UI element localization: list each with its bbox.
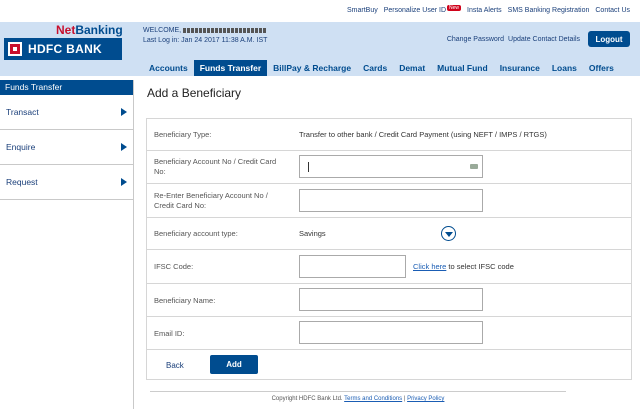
chevron-right-icon: [121, 143, 127, 151]
logo[interactable]: NetBanking HDFC BANK: [0, 22, 133, 76]
sidebar: Funds Transfer Transact Enquire Request: [0, 80, 134, 409]
email-input[interactable]: [299, 321, 483, 344]
back-link[interactable]: Back: [166, 361, 184, 370]
tab-accounts[interactable]: Accounts: [143, 60, 194, 76]
logout-button[interactable]: Logout: [588, 31, 630, 47]
sidebar-item-request[interactable]: Request: [0, 165, 133, 200]
header-links: Change Password Update Contact Details: [447, 36, 580, 43]
welcome-label: WELCOME,: [143, 27, 182, 34]
util-link-personalize-label[interactable]: Personalize User ID: [384, 7, 446, 14]
privacy-link[interactable]: Privacy Policy: [407, 396, 444, 402]
util-link-insta-alerts[interactable]: Insta Alerts: [467, 7, 502, 14]
tab-funds-transfer[interactable]: Funds Transfer: [193, 60, 268, 76]
beneficiary-name-label: Beneficiary Name:: [154, 296, 216, 305]
util-link-contact-us[interactable]: Contact Us: [595, 7, 630, 14]
ifsc-help: Click here to select IFSC code: [413, 262, 514, 271]
row-ifsc: IFSC Code: Click here to select IFSC cod…: [147, 250, 631, 284]
reenter-account-input[interactable]: [299, 189, 483, 212]
tab-offers[interactable]: Offers: [583, 60, 620, 76]
update-contact-link[interactable]: Update Contact Details: [508, 36, 580, 43]
new-badge: New: [447, 5, 462, 11]
chevron-right-icon: [121, 108, 127, 116]
util-link-personalize[interactable]: Personalize User ID New: [384, 5, 462, 14]
welcome-text: WELCOME,: [143, 27, 268, 34]
virtual-keyboard-icon[interactable]: [470, 164, 478, 169]
footer-divider: [150, 391, 566, 392]
account-type-select[interactable]: Savings: [299, 229, 326, 238]
footer: Copyright HDFC Bank Ltd. Terms and Condi…: [150, 396, 566, 402]
redacted-username: [183, 27, 268, 33]
sidebar-item-label: Request: [6, 177, 38, 187]
change-password-link[interactable]: Change Password: [447, 36, 504, 43]
bank-name: HDFC BANK: [28, 42, 103, 56]
tab-billpay[interactable]: BillPay & Recharge: [267, 60, 357, 76]
hdfc-logo-icon: [8, 42, 22, 56]
sidebar-item-label: Transact: [6, 107, 39, 117]
sidebar-item-enquire[interactable]: Enquire: [0, 130, 133, 165]
account-no-label: Beneficiary Account No / Credit Card No:: [154, 157, 277, 176]
beneficiary-type-value: Transfer to other bank / Credit Card Pay…: [299, 130, 547, 139]
last-login: Last Log in: Jan 24 2017 11:38 A.M. IST: [143, 37, 268, 44]
tab-mutual-fund[interactable]: Mutual Fund: [431, 60, 494, 76]
account-no-input[interactable]: [299, 155, 483, 178]
account-type-label: Beneficiary account type:: [154, 229, 238, 238]
tab-loans[interactable]: Loans: [546, 60, 583, 76]
row-actions: Back Add: [147, 350, 631, 380]
beneficiary-name-input[interactable]: [299, 288, 483, 311]
dropdown-arrow-icon[interactable]: [441, 226, 456, 241]
netbanking-net: Net: [56, 23, 76, 37]
ifsc-label: IFSC Code:: [154, 262, 194, 271]
ifsc-input[interactable]: [299, 255, 406, 278]
add-beneficiary-form: Beneficiary Type: Transfer to other bank…: [146, 118, 632, 380]
ifsc-click-here-link[interactable]: Click here: [413, 262, 446, 271]
netbanking-wordmark: NetBanking: [56, 23, 123, 37]
utility-links: SmartBuy Personalize User ID New Insta Al…: [347, 5, 630, 14]
email-label: Email ID:: [154, 329, 185, 338]
copyright-text: Copyright HDFC Bank Ltd.: [271, 396, 345, 402]
add-button[interactable]: Add: [210, 355, 258, 374]
chevron-right-icon: [121, 178, 127, 186]
tab-insurance[interactable]: Insurance: [494, 60, 546, 76]
row-reenter-account: Re-Enter Beneficiary Account No / Credit…: [147, 184, 631, 218]
main-nav: Accounts Funds Transfer BillPay & Rechar…: [143, 60, 620, 76]
utility-bar: SmartBuy Personalize User ID New Insta Al…: [0, 0, 640, 22]
terms-link[interactable]: Terms and Conditions: [344, 396, 402, 402]
row-account-type: Beneficiary account type: Savings: [147, 218, 631, 250]
row-account-no: Beneficiary Account No / Credit Card No:: [147, 151, 631, 184]
sidebar-item-label: Enquire: [6, 142, 36, 152]
hdfc-logo: HDFC BANK: [4, 38, 122, 60]
reenter-account-label: Re-Enter Beneficiary Account No / Credit…: [154, 191, 268, 210]
row-beneficiary-type: Beneficiary Type: Transfer to other bank…: [147, 119, 631, 151]
row-beneficiary-name: Beneficiary Name:: [147, 284, 631, 317]
tab-cards[interactable]: Cards: [357, 60, 393, 76]
util-link-sms-banking[interactable]: SMS Banking Registration: [508, 7, 590, 14]
tab-demat[interactable]: Demat: [393, 60, 431, 76]
sidebar-item-transact[interactable]: Transact: [0, 95, 133, 130]
sidebar-title: Funds Transfer: [0, 80, 133, 95]
beneficiary-type-label: Beneficiary Type:: [154, 130, 212, 139]
ifsc-link-suffix: to select IFSC code: [446, 262, 514, 271]
util-link-smartbuy[interactable]: SmartBuy: [347, 7, 378, 14]
text-cursor: [308, 162, 309, 172]
netbanking-banking: Banking: [75, 23, 123, 37]
row-email: Email ID:: [147, 317, 631, 350]
page-title: Add a Beneficiary: [147, 86, 242, 100]
